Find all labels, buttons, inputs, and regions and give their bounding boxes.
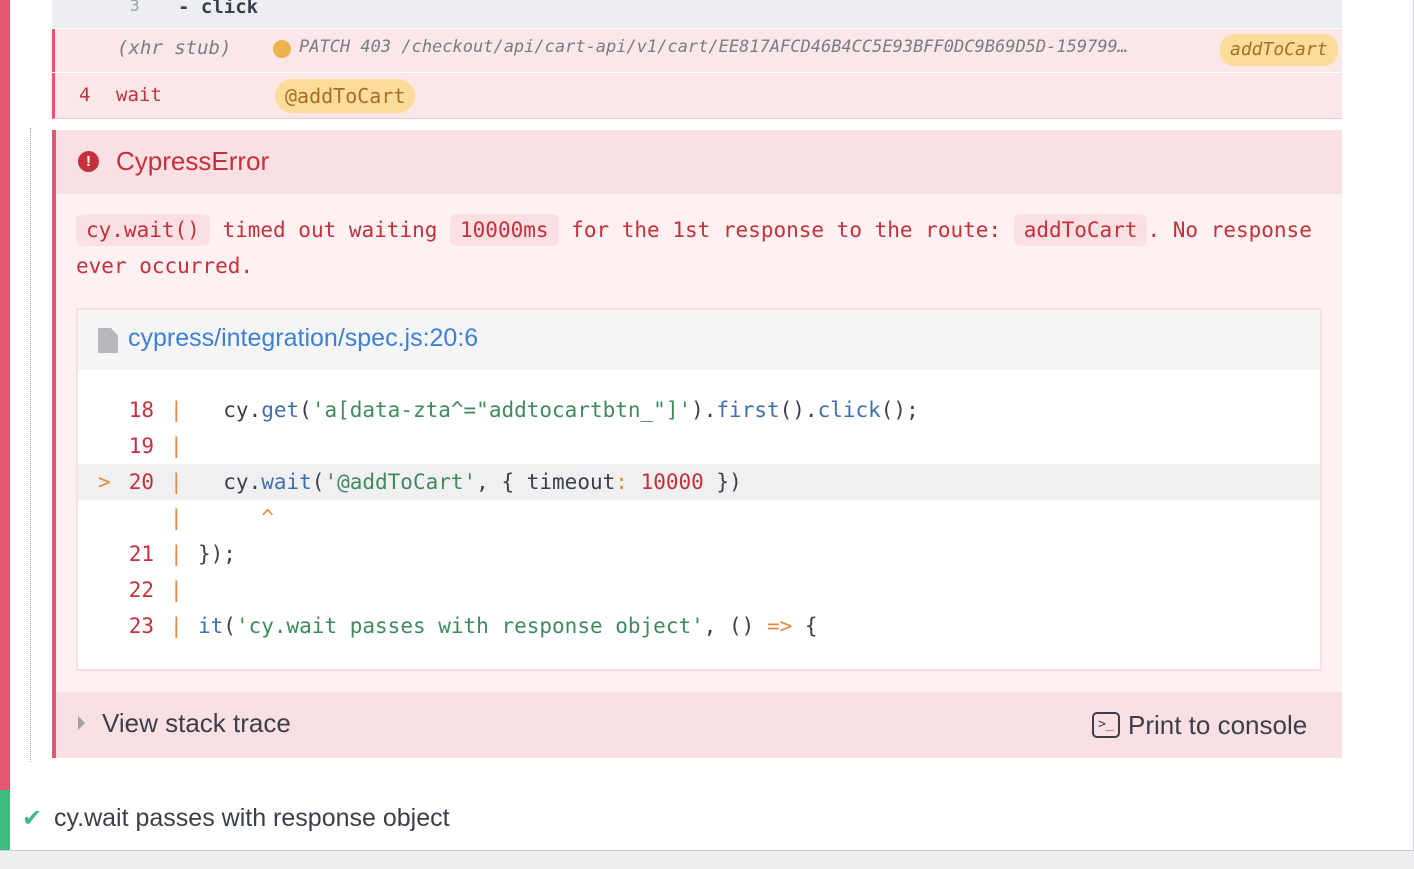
print-to-console-label: Print to console	[1128, 709, 1308, 740]
error-header: ! CypressError	[56, 130, 1342, 194]
passed-test-indicator	[0, 790, 10, 850]
test-title: cy.wait passes with response object	[54, 804, 450, 832]
wait-alias-badge: @addToCart	[275, 79, 416, 113]
error-panel: ! CypressError cy.wait() timed out waiti…	[52, 130, 1342, 758]
checkmark-icon: ✔	[22, 805, 43, 832]
print-to-console-button[interactable]: >_ Print to console	[1092, 708, 1307, 742]
test-tree-guide	[30, 128, 31, 762]
code-line-highlighted: >20 | cy.wait('@addToCart', { timeout: 10…	[78, 464, 1320, 500]
test-row-passed[interactable]: ✔ cy.wait passes with response object	[10, 790, 1413, 850]
command-number: 4	[79, 84, 91, 106]
error-message: cy.wait() timed out waiting 10000ms for …	[76, 212, 1316, 284]
route-alias-badge: addToCart	[1220, 34, 1338, 66]
pending-status-dot-icon	[273, 40, 291, 58]
command-number: 3	[130, 0, 140, 15]
failed-test-indicator	[0, 0, 10, 790]
error-title: CypressError	[116, 146, 270, 176]
code-line: 23 | it('cy.wait passes with response obje…	[128, 614, 818, 638]
code-line: 18 | cy.get('a[data-zta^="addtocartbtn_"]…	[128, 398, 919, 422]
command-row-wait[interactable]: 4 wait @addToCart	[52, 73, 1342, 119]
error-code-route: addToCart	[1013, 214, 1148, 246]
caret-right-icon[interactable]	[78, 716, 85, 730]
error-code-cy-wait: cy.wait()	[76, 214, 210, 246]
view-stack-trace-toggle[interactable]: View stack trace	[102, 708, 291, 739]
code-line: 21 |});	[128, 542, 236, 566]
file-path-link[interactable]: cypress/integration/spec.js:20:6	[128, 324, 478, 353]
code-line-caret: | ^	[170, 506, 274, 530]
command-name: wait	[116, 84, 162, 106]
code-lines: 18 | cy.get('a[data-zta^="addtocartbtn_"]…	[78, 392, 1320, 644]
code-line: 19 |	[128, 434, 183, 458]
command-name: (xhr stub)	[117, 37, 232, 59]
command-message: - click	[178, 0, 259, 18]
code-line: 22 |	[128, 578, 183, 602]
file-icon	[98, 328, 118, 353]
stack-trace-bar: View stack trace >_ Print to console	[56, 692, 1342, 758]
code-frame-file-bar: cypress/integration/spec.js:20:6	[78, 310, 1320, 370]
exclamation-circle-icon: !	[78, 151, 99, 172]
bottom-scroll-area	[0, 850, 1414, 869]
command-row-click[interactable]: 3 - click	[52, 0, 1342, 28]
command-row-xhr-stub[interactable]: (xhr stub) PATCH 403 /checkout/api/cart-…	[52, 29, 1342, 72]
error-code-timeout: 10000ms	[450, 214, 559, 246]
code-frame: cypress/integration/spec.js:20:6 18 | cy.…	[76, 308, 1322, 671]
xhr-request-url: PATCH 403 /checkout/api/cart-api/v1/cart…	[299, 37, 1129, 57]
terminal-icon: >_	[1092, 712, 1120, 738]
